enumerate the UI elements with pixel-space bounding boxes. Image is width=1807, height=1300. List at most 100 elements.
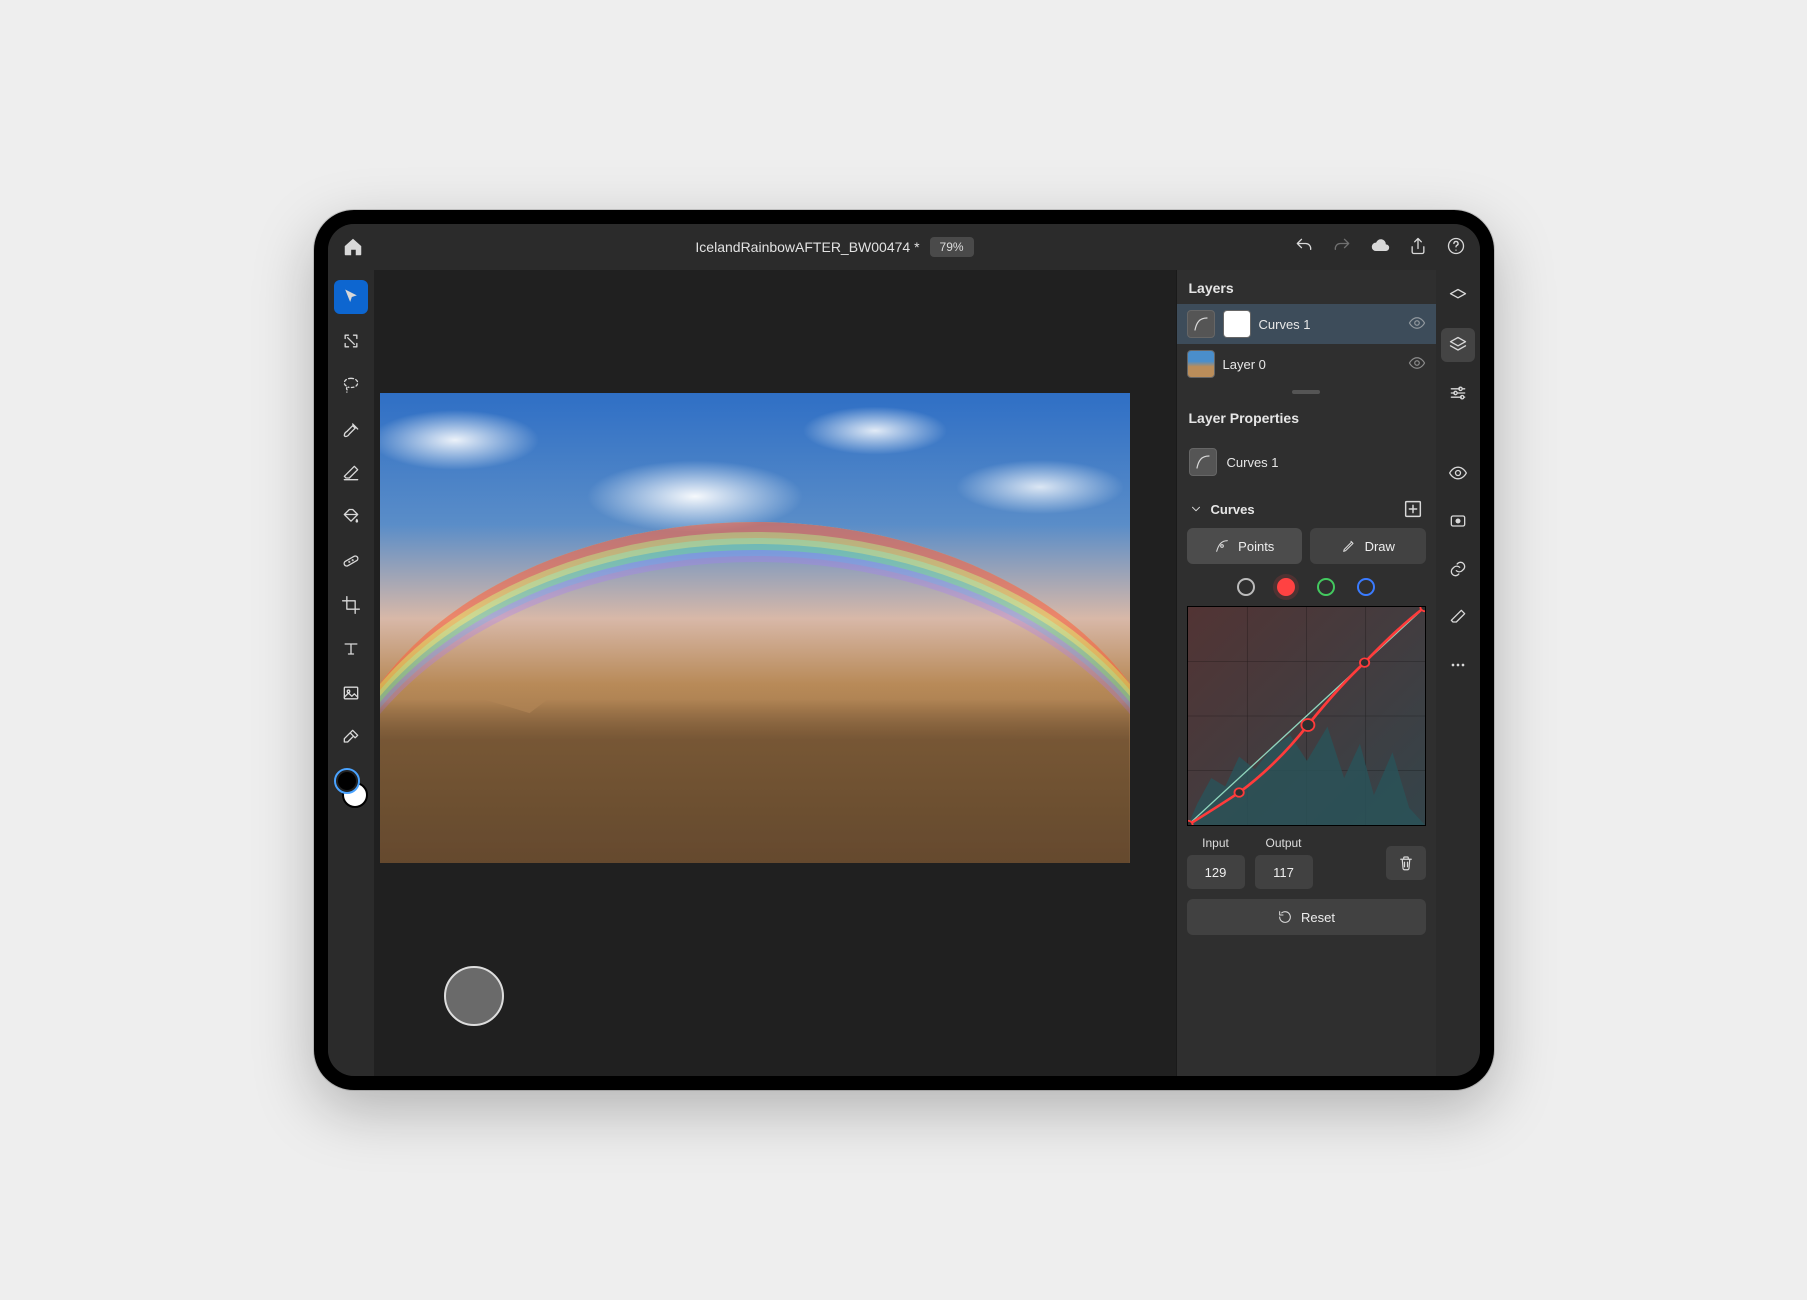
layers-stack-icon [1448,335,1468,355]
zoom-badge[interactable]: 79% [930,237,974,257]
undo-button[interactable] [1294,236,1314,259]
layers-compact-button[interactable] [1441,280,1475,314]
document-canvas[interactable] [380,393,1130,863]
type-tool[interactable] [334,632,368,666]
curves-mode-points[interactable]: Points [1187,528,1303,564]
curves-graph-svg [1188,607,1425,825]
tool-strip [328,270,374,1076]
layers-panel-title: Layers [1177,270,1436,304]
redo-icon [1332,236,1352,256]
transform-icon [341,331,361,351]
eye-icon [1448,463,1468,483]
rainbow-graphic [380,496,1130,863]
trash-icon [1397,854,1415,872]
home-button[interactable] [342,236,364,258]
document-title: IcelandRainbowAFTER_BW00474 * [695,239,919,255]
layer-pixel-thumb [1187,350,1215,378]
layer-properties-name[interactable]: Curves 1 [1227,455,1279,470]
share-button[interactable] [1408,236,1428,259]
eye-icon [1408,354,1426,372]
layer-row[interactable]: Layer 0 [1177,344,1436,384]
channel-blue[interactable] [1357,578,1375,596]
layer-name[interactable]: Layer 0 [1223,357,1400,372]
layer-visibility-toggle[interactable] [1408,314,1426,335]
move-tool[interactable] [334,280,368,314]
right-icon-strip [1436,270,1480,1076]
eraser-tool[interactable] [334,456,368,490]
color-swatches[interactable] [334,768,368,810]
layers-icon [1448,287,1468,307]
curves-graph[interactable] [1187,606,1426,826]
brush-tool[interactable] [334,412,368,446]
points-icon [1214,538,1230,554]
layers-detailed-button[interactable] [1441,328,1475,362]
layer-mask-thumb[interactable] [1223,310,1251,338]
redo-button[interactable] [1332,236,1352,259]
app-screen: IcelandRainbowAFTER_BW00474 * 79% [328,224,1480,1076]
transform-tool[interactable] [334,324,368,358]
eyedropper-icon [341,727,361,747]
curves-controls: Points Draw [1177,528,1436,947]
curves-output-field[interactable]: 117 [1255,855,1313,889]
layer-adjustment-thumb [1187,310,1215,338]
channel-green[interactable] [1317,578,1335,596]
more-button[interactable] [1441,648,1475,682]
eraser-icon [341,463,361,483]
curves-input-field[interactable]: 129 [1187,855,1245,889]
curves-reset-button[interactable]: Reset [1187,899,1426,935]
device-frame: IcelandRainbowAFTER_BW00474 * 79% [314,210,1494,1090]
cloud-button[interactable] [1370,236,1390,259]
eye-icon [1408,314,1426,332]
type-icon [341,639,361,659]
sliders-icon [1448,383,1468,403]
mask-button[interactable] [1441,504,1475,538]
eraser-small-icon [1448,607,1468,627]
canvas-area[interactable] [374,270,1176,1076]
cursor-icon [341,287,361,307]
place-image-tool[interactable] [334,676,368,710]
output-label: Output [1265,836,1301,850]
curves-section-header[interactable]: Curves [1177,490,1436,528]
heal-tool[interactable] [334,544,368,578]
fill-tool[interactable] [334,500,368,534]
channel-selector [1187,578,1426,596]
layer-properties-title: Layer Properties [1177,400,1436,434]
brush-icon [341,419,361,439]
document-title-wrap: IcelandRainbowAFTER_BW00474 * 79% [376,237,1294,257]
curves-title: Curves [1211,502,1255,517]
eyedropper-tool[interactable] [334,720,368,754]
add-preset-icon[interactable] [1402,498,1424,520]
help-icon [1446,236,1466,256]
erase-layer-button[interactable] [1441,600,1475,634]
help-button[interactable] [1446,236,1466,259]
points-label: Points [1238,539,1274,554]
curves-mode-draw[interactable]: Draw [1310,528,1426,564]
visibility-button[interactable] [1441,456,1475,490]
crop-tool[interactable] [334,588,368,622]
channel-rgb[interactable] [1237,578,1255,596]
delete-point-button[interactable] [1386,846,1426,880]
top-actions [1294,236,1466,259]
properties-button[interactable] [1441,376,1475,410]
layer-row[interactable]: Curves 1 [1177,304,1436,344]
foreground-color-swatch[interactable] [334,768,360,794]
channel-red[interactable] [1277,578,1295,596]
panel-resize-handle[interactable] [1177,384,1436,400]
reset-icon [1277,909,1293,925]
lasso-tool[interactable] [334,368,368,402]
link-icon [1448,559,1468,579]
curves-icon [1194,453,1212,471]
layer-name[interactable]: Curves 1 [1259,317,1400,332]
image-icon [341,683,361,703]
main-area: Layers Curves 1 Layer 0 Layer Properties [328,270,1480,1076]
undo-icon [1294,236,1314,256]
cloud-icon [1370,236,1390,256]
top-bar: IcelandRainbowAFTER_BW00474 * 79% [328,224,1480,270]
reset-label: Reset [1301,910,1335,925]
touch-shortcut-puck[interactable] [444,966,504,1026]
clip-button[interactable] [1441,552,1475,586]
layer-visibility-toggle[interactable] [1408,354,1426,375]
draw-label: Draw [1365,539,1395,554]
bucket-icon [341,507,361,527]
lasso-icon [341,375,361,395]
